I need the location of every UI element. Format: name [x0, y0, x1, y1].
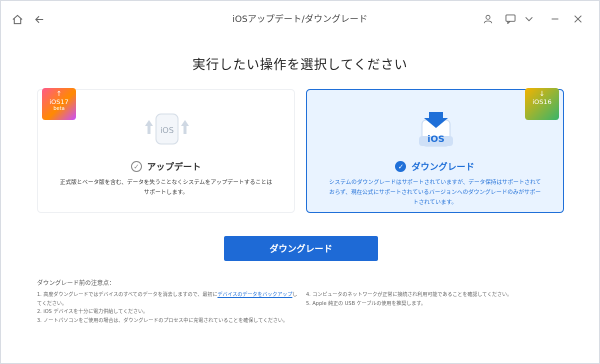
checked-circle-icon: ✓	[395, 161, 407, 172]
unchecked-circle-icon: ✓	[130, 161, 142, 172]
note-text: 1. 高度ダウングレードではデバイスのすべてのデータを消去しますので、最初に	[37, 292, 218, 298]
upgrade-title: アップデート	[146, 163, 201, 173]
app-window: iOSアップデート/ダウングレード 実行したい操作を選択してください ↑ iOS…	[0, 0, 600, 364]
ios-upgrade-icon: iOS	[137, 108, 197, 150]
upgrade-card[interactable]: ↑ iOS17 beta iOS ✓ アップデート 正式版とベータ版を含む、デー…	[37, 88, 295, 213]
backup-link[interactable]: デバイスのデータをバックアップ	[217, 292, 292, 298]
downgrade-title: ダウングレード	[411, 163, 475, 173]
downgrade-title-row: ✓ ダウングレード	[307, 160, 563, 173]
ios17-beta-badge: ↑ iOS17 beta	[42, 88, 76, 120]
close-icon[interactable]	[570, 11, 586, 27]
page-heading: 実行したい操作を選択してください	[192, 58, 408, 73]
up-arrow-icon: ↑	[56, 90, 62, 98]
downgrade-description: システムのダウングレードはサポートされていますが、データ保持はサポートされておら…	[329, 180, 541, 206]
upgrade-description: 正式版とベータ版を含む、データを失うことなくシステムをアップデートすることはサポ…	[59, 180, 273, 196]
ios-downgrade-icon: iOS	[406, 108, 466, 150]
note-item: 4. コンピュータのネットワークが正常に接続され利用可能であることを確認してくだ…	[306, 292, 513, 298]
downgrade-card[interactable]: ↓ iOS16 iOS ✓ ダウングレード システムのダウングレードはサポートさ…	[306, 88, 564, 213]
notes-left-column: 1. 高度ダウングレードではデバイスのすべてのデータを消去しますので、最初にデバ…	[37, 291, 302, 325]
user-icon[interactable]	[480, 11, 496, 27]
svg-text:iOS: iOS	[427, 135, 444, 145]
svg-text:iOS: iOS	[160, 126, 174, 135]
ios16-badge: ↓ iOS16	[525, 88, 559, 120]
notes-right-column: 4. コンピュータのネットワークが正常に接続され利用可能であることを確認してくだ…	[306, 291, 566, 308]
note-item: 2. iOS デバイスを十分に電力供給してください。	[37, 309, 149, 316]
note-item: 5. Apple 純正の USB ケーブルの使用を推奨します。	[306, 300, 426, 307]
down-arrow-icon: ↓	[539, 90, 545, 98]
notes-title: ダウングレード前の注意点：	[37, 280, 116, 287]
badge-label: iOS16	[532, 98, 552, 106]
badge-label: iOS17	[49, 98, 69, 106]
feedback-icon[interactable]	[502, 11, 518, 27]
note-item: 3. ノートパソコンをご使用の場合は、ダウングレードのプロセス中に充電されている…	[37, 317, 288, 324]
badge-sub-label: beta	[53, 106, 65, 112]
minimize-icon[interactable]	[547, 11, 563, 27]
title-bar: iOSアップデート/ダウングレード	[1, 1, 599, 37]
chevron-down-icon[interactable]	[521, 11, 537, 27]
downgrade-button[interactable]: ダウングレード	[224, 236, 378, 261]
note-item: 1. 高度ダウングレードではデバイスのすべてのデータを消去しますので、最初にデバ…	[37, 291, 302, 308]
upgrade-title-row: ✓ アップデート	[38, 160, 294, 173]
